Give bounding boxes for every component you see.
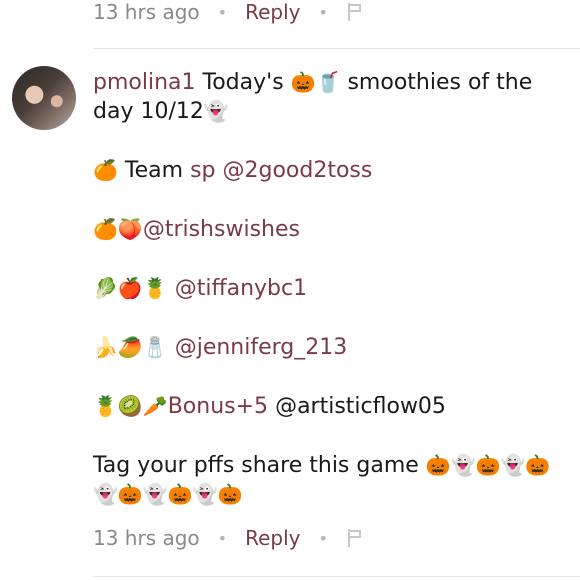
- separator-dot: •: [318, 528, 328, 548]
- reply-link[interactable]: Reply: [245, 0, 300, 24]
- orange-peach-emoji: 🍊🍑: [93, 217, 143, 241]
- banana-mango-salt-emoji: 🍌🥭🧂: [93, 335, 168, 359]
- divider: [93, 48, 580, 49]
- comment-first-paragraph: pmolina1 Today's 🎃🥤 smoothies of the day…: [93, 68, 575, 126]
- comment-text: Today's: [202, 70, 284, 95]
- separator-dot: •: [217, 2, 228, 22]
- pumpkin-cup-emoji: 🎃🥤: [290, 70, 341, 94]
- mention-link[interactable]: sp @2good2toss: [190, 158, 372, 183]
- comment-closing: Tag your pffs share this game 🎃👻🎃👻🎃👻🎃👻🎃👻…: [93, 451, 575, 509]
- row-text: Team: [124, 158, 184, 183]
- mention-link[interactable]: @jenniferg_213: [175, 335, 348, 360]
- closing-text: Tag your pffs share this game: [93, 453, 419, 478]
- divider: [93, 576, 580, 577]
- username-link[interactable]: pmolina1: [93, 70, 196, 95]
- flag-icon[interactable]: [347, 529, 362, 547]
- comment-row: 🍊 Team sp @2good2toss: [93, 156, 575, 185]
- reply-link[interactable]: Reply: [245, 526, 300, 550]
- ghost-emoji: 👻: [203, 99, 229, 123]
- comment-row: 🍊🍑@trishswishes: [93, 215, 575, 244]
- separator-dot: •: [217, 528, 228, 548]
- lettuce-apple-pineapple-emoji: 🥬🍎🍍: [93, 276, 168, 300]
- mention-link[interactable]: @tiffanybc1: [175, 276, 307, 301]
- orange-emoji: 🍊: [93, 158, 118, 182]
- comment-row: 🥬🍎🍍 @tiffanybc1: [93, 274, 575, 303]
- comment-row: 🍍🥝🥕Bonus+5 @artisticflow05: [93, 392, 575, 421]
- mention-link[interactable]: @artisticflow05: [275, 394, 446, 419]
- avatar[interactable]: [12, 66, 76, 130]
- comment-meta: 13 hrs ago • Reply •: [93, 526, 362, 550]
- flag-icon[interactable]: [347, 3, 362, 21]
- mention-link[interactable]: @trishswishes: [143, 217, 300, 242]
- comment-meta-previous: 13 hrs ago • Reply •: [93, 0, 362, 24]
- pineapple-kiwi-carrot-emoji: 🍍🥝🥕: [93, 394, 168, 418]
- timestamp: 13 hrs ago: [93, 0, 200, 24]
- comment-body: pmolina1 Today's 🎃🥤 smoothies of the day…: [93, 68, 575, 509]
- timestamp: 13 hrs ago: [93, 526, 200, 550]
- separator-dot: •: [318, 2, 328, 22]
- comment-row: 🍌🥭🧂 @jenniferg_213: [93, 333, 575, 362]
- bonus-link[interactable]: Bonus+5: [168, 394, 268, 419]
